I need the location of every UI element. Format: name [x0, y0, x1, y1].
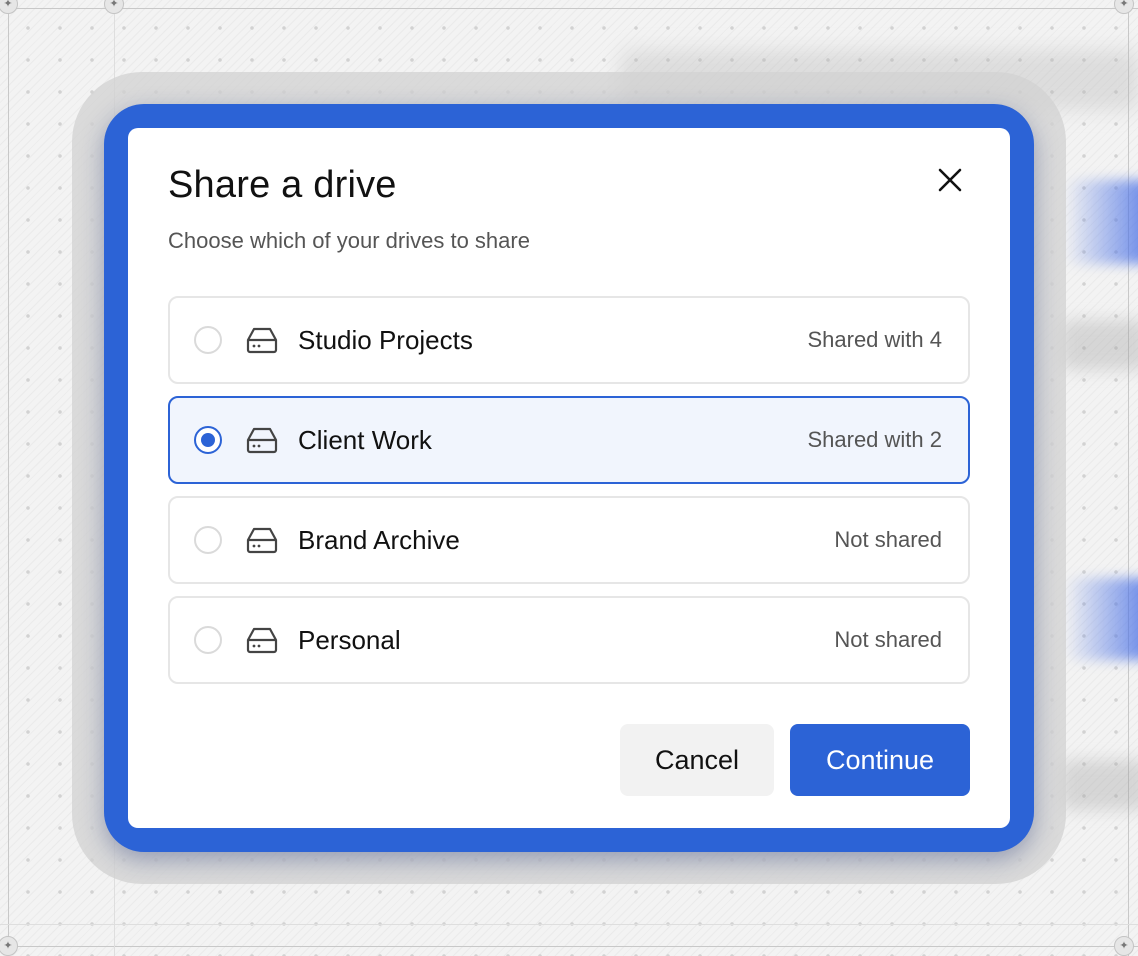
drive-share-status: Not shared	[834, 527, 942, 552]
close-button[interactable]	[930, 160, 970, 200]
drive-icon	[246, 427, 278, 454]
canvas-corner-icon: ✦	[1114, 936, 1134, 956]
background-blurred-item	[1060, 760, 1138, 810]
background-blurred-blue-item	[1064, 578, 1138, 660]
drive-option[interactable]: Personal Not shared	[168, 596, 970, 684]
continue-button[interactable]: Continue	[790, 724, 970, 796]
drive-list: Studio Projects Shared with 4 Client Wor…	[168, 296, 970, 696]
close-icon	[938, 168, 962, 192]
drive-name: Personal	[298, 624, 401, 655]
dialog-subtitle: Choose which of your drives to share	[168, 228, 530, 253]
drive-icon	[246, 527, 278, 554]
drive-option[interactable]: Client Work Shared with 2	[168, 396, 970, 484]
canvas-corner-icon: ✦	[0, 936, 18, 956]
drive-icon	[246, 327, 278, 354]
cancel-button[interactable]: Cancel	[620, 724, 774, 796]
background-blurred-blue-item	[1064, 180, 1138, 264]
drive-share-status: Shared with 2	[807, 427, 942, 452]
drive-option[interactable]: Brand Archive Not shared	[168, 496, 970, 584]
canvas-guide-horizontal	[0, 924, 1138, 925]
radio-button[interactable]	[194, 626, 222, 654]
canvas-corner-icon: ✦	[0, 0, 18, 14]
drive-name: Brand Archive	[298, 524, 460, 555]
radio-button[interactable]	[194, 426, 222, 454]
drive-icon	[246, 627, 278, 654]
drive-option[interactable]: Studio Projects Shared with 4	[168, 296, 970, 384]
background-blurred-item	[1060, 320, 1138, 370]
share-drive-dialog: Share a drive Choose which of your drive…	[128, 128, 1010, 828]
canvas-frame-right	[1128, 0, 1129, 956]
radio-button[interactable]	[194, 526, 222, 554]
drive-share-status: Not shared	[834, 627, 942, 652]
dialog-title: Share a drive	[168, 164, 397, 206]
drive-share-status: Shared with 4	[807, 327, 942, 352]
drive-name: Studio Projects	[298, 324, 473, 355]
canvas-frame-top	[0, 8, 1138, 9]
radio-button[interactable]	[194, 326, 222, 354]
canvas-corner-icon: ✦	[1114, 0, 1134, 14]
canvas-corner-icon: ✦	[104, 0, 124, 14]
drive-name: Client Work	[298, 424, 432, 455]
canvas-frame-bottom	[0, 946, 1138, 947]
canvas-frame-left	[8, 0, 9, 956]
radio-dot	[201, 433, 215, 447]
